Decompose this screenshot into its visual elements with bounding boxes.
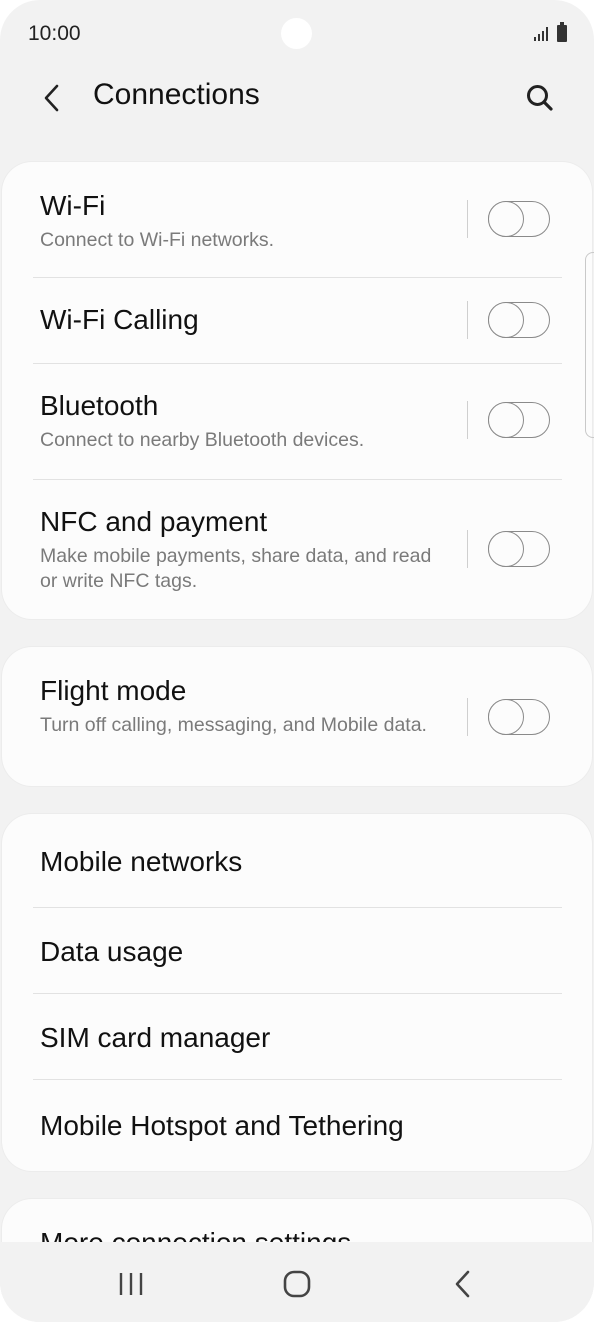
search-button[interactable]: [518, 76, 562, 120]
nfc-toggle[interactable]: [487, 530, 550, 567]
navigation-bar: [0, 1242, 594, 1322]
page-title: Connections: [93, 78, 260, 111]
hotspot-tethering-title: Mobile Hotspot and Tethering: [40, 1110, 404, 1141]
recents-button[interactable]: [101, 1262, 161, 1306]
list-item-hotspot-tethering[interactable]: Mobile Hotspot and Tethering: [2, 1080, 592, 1171]
toggle-knob: [487, 530, 524, 567]
status-bar: 10:00: [0, 0, 594, 70]
back-button[interactable]: [30, 76, 74, 120]
toggle-knob: [487, 301, 524, 338]
separator: [467, 200, 468, 238]
wifi-subtitle: Connect to Wi-Fi networks.: [40, 229, 275, 251]
toggle-knob: [487, 401, 524, 438]
separator: [467, 698, 468, 736]
toggle-knob: [487, 200, 524, 237]
search-icon: [527, 85, 553, 111]
nav-back-button[interactable]: [433, 1262, 493, 1306]
signal-icon: [534, 27, 548, 41]
camera-cutout: [281, 18, 312, 49]
app-header: Connections: [0, 70, 594, 130]
list-item-data-usage[interactable]: Data usage: [2, 908, 592, 994]
separator: [467, 301, 468, 339]
flight-mode-title: Flight mode: [40, 675, 187, 706]
nfc-title: NFC and payment: [40, 506, 268, 537]
list-item-sim-card-manager[interactable]: SIM card manager: [2, 994, 592, 1080]
list-item-flight-mode[interactable]: Flight mode Turn off calling, messaging,…: [2, 647, 592, 786]
list-item-nfc[interactable]: NFC and payment Make mobile payments, sh…: [2, 480, 592, 619]
connections-card-1: Wi-Fi Connect to Wi-Fi networks. Wi-Fi C…: [2, 162, 592, 619]
back-icon: [455, 1270, 470, 1298]
flight-mode-subtitle: Turn off calling, messaging, and Mobile …: [40, 714, 427, 736]
list-item-mobile-networks[interactable]: Mobile networks: [2, 814, 592, 907]
wifi-calling-toggle[interactable]: [487, 301, 550, 338]
data-usage-title: Data usage: [40, 936, 184, 967]
nfc-subtitle: Make mobile payments, share data, and re…: [40, 545, 432, 592]
sim-card-manager-title: SIM card manager: [40, 1022, 271, 1053]
phone-screen: 10:00 Connections Wi-Fi Connect to Wi-Fi…: [0, 0, 594, 1322]
separator: [467, 401, 468, 439]
list-item-wifi-calling[interactable]: Wi-Fi Calling: [2, 278, 592, 364]
recents-icon: [119, 1273, 143, 1295]
mobile-networks-title: Mobile networks: [40, 846, 243, 877]
battery-icon: [557, 22, 567, 42]
scrollbar[interactable]: [585, 252, 594, 438]
bluetooth-title: Bluetooth: [40, 390, 159, 421]
wifi-calling-title: Wi-Fi Calling: [40, 304, 199, 335]
wifi-title: Wi-Fi: [40, 190, 106, 221]
chevron-left-icon: [44, 84, 59, 112]
bluetooth-toggle[interactable]: [487, 401, 550, 438]
status-time: 10:00: [28, 22, 81, 45]
toggle-knob: [487, 698, 524, 735]
flight-mode-toggle[interactable]: [487, 698, 550, 735]
wifi-toggle[interactable]: [487, 200, 550, 237]
bluetooth-subtitle: Connect to nearby Bluetooth devices.: [40, 429, 365, 451]
home-icon: [283, 1270, 311, 1298]
list-item-bluetooth[interactable]: Bluetooth Connect to nearby Bluetooth de…: [2, 364, 592, 479]
home-button[interactable]: [267, 1262, 327, 1306]
connections-card-3: Mobile networks Data usage SIM card mana…: [2, 814, 592, 1171]
separator: [467, 530, 468, 568]
list-item-wifi[interactable]: Wi-Fi Connect to Wi-Fi networks.: [2, 162, 592, 277]
connections-card-2: Flight mode Turn off calling, messaging,…: [2, 647, 592, 786]
